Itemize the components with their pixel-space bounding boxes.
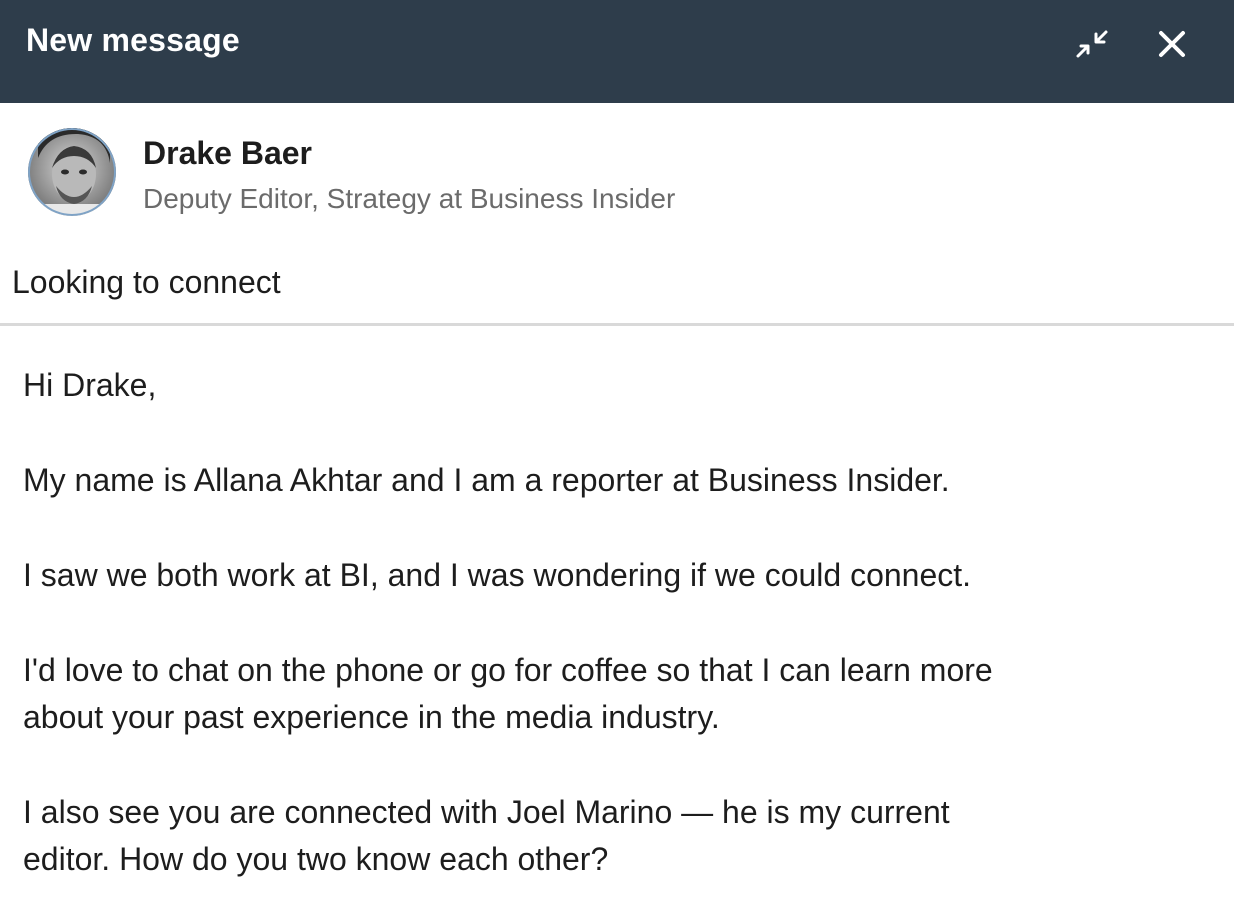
- recipient-card: Drake Baer Deputy Editor, Strategy at Bu…: [0, 103, 1234, 233]
- message-body[interactable]: Hi Drake, My name is Allana Akhtar and I…: [23, 362, 1213, 903]
- message-paragraph: I saw we both work at BI, and I was wond…: [23, 557, 972, 593]
- message-paragraph: I'd love to chat on the phone or go for …: [23, 647, 1213, 741]
- window-title: New message: [26, 22, 240, 58]
- divider: [0, 323, 1234, 326]
- collapse-arrows-icon: [1076, 30, 1108, 58]
- message-line: about your past experience in the media …: [23, 699, 720, 735]
- close-icon: [1159, 31, 1185, 57]
- message-line: editor. How do you two know each other?: [23, 841, 609, 877]
- minimize-button[interactable]: [1070, 24, 1114, 68]
- recipient-name[interactable]: Drake Baer: [143, 135, 312, 172]
- message-greeting: Hi Drake,: [23, 367, 157, 403]
- avatar[interactable]: [28, 128, 116, 216]
- message-line: I also see you are connected with Joel M…: [23, 794, 950, 830]
- message-compose-window: New message Drake Baer Deputy Editor, St…: [0, 0, 1234, 903]
- recipient-headline: Deputy Editor, Strategy at Business Insi…: [143, 183, 676, 214]
- subject-field[interactable]: Looking to connect: [12, 264, 281, 301]
- title-bar: New message: [0, 0, 1234, 103]
- message-paragraph: I also see you are connected with Joel M…: [23, 789, 1213, 883]
- close-button[interactable]: [1150, 24, 1194, 68]
- message-line: I'd love to chat on the phone or go for …: [23, 652, 993, 688]
- message-paragraph: My name is Allana Akhtar and I am a repo…: [23, 462, 950, 498]
- profile-photo: [28, 128, 116, 216]
